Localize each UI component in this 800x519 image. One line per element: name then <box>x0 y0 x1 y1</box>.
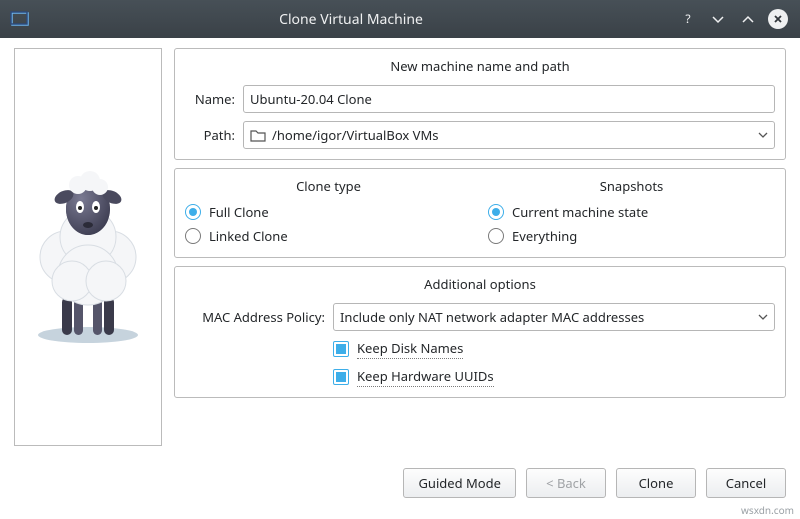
back-label: < Back <box>546 474 586 492</box>
radio-current-state-label: Current machine state <box>512 203 648 221</box>
help-button[interactable]: ? <box>676 7 700 31</box>
cancel-label: Cancel <box>726 474 766 492</box>
group-name-and-path: New machine name and path Name: Path: /h… <box>174 48 786 160</box>
folder-icon <box>250 128 266 142</box>
radio-icon <box>488 228 504 244</box>
radio-linked-clone[interactable]: Linked Clone <box>185 227 472 245</box>
titlebar: Clone Virtual Machine ? <box>0 0 800 38</box>
keep-hardware-uuids-label: Keep Hardware UUIDs <box>357 367 494 387</box>
mac-policy-combo[interactable]: Include only NAT network adapter MAC add… <box>333 303 775 331</box>
checkbox-icon <box>333 369 349 385</box>
keep-disk-names-label: Keep Disk Names <box>357 339 463 359</box>
group-title-name-path: New machine name and path <box>185 57 775 75</box>
checkbox-icon <box>333 341 349 357</box>
path-value: /home/igor/VirtualBox VMs <box>272 126 439 144</box>
additional-options-title: Additional options <box>185 275 775 293</box>
snapshots-title: Snapshots <box>488 177 775 195</box>
radio-icon <box>488 204 504 220</box>
form-area: New machine name and path Name: Path: /h… <box>174 48 786 466</box>
back-button[interactable]: < Back <box>526 468 606 498</box>
button-bar: Guided Mode < Back Clone Cancel <box>0 468 800 504</box>
clone-label: Clone <box>639 474 674 492</box>
radio-full-clone-label: Full Clone <box>209 203 269 221</box>
close-button[interactable] <box>766 7 790 31</box>
cancel-button[interactable]: Cancel <box>706 468 786 498</box>
close-icon <box>768 9 788 29</box>
name-label: Name: <box>185 90 235 108</box>
maximize-button[interactable] <box>736 7 760 31</box>
wizard-sidebar-image <box>14 48 162 446</box>
group-clone-type-snapshots: Clone type Full Clone Linked Clone Snaps… <box>174 168 786 258</box>
chevron-down-icon <box>758 130 768 140</box>
radio-full-clone[interactable]: Full Clone <box>185 203 472 221</box>
svg-text:?: ? <box>685 12 690 26</box>
guided-mode-button[interactable]: Guided Mode <box>403 468 516 498</box>
radio-linked-clone-label: Linked Clone <box>209 227 288 245</box>
checkbox-keep-disk-names[interactable]: Keep Disk Names <box>333 339 463 359</box>
radio-everything-label: Everything <box>512 227 577 245</box>
sheep-illustration-icon <box>18 147 158 347</box>
chevron-down-icon <box>758 312 768 322</box>
watermark: wsxdn.com <box>741 503 794 517</box>
checkbox-keep-hardware-uuids[interactable]: Keep Hardware UUIDs <box>333 367 494 387</box>
radio-everything[interactable]: Everything <box>488 227 775 245</box>
path-label: Path: <box>185 126 235 144</box>
radio-current-state[interactable]: Current machine state <box>488 203 775 221</box>
path-combo[interactable]: /home/igor/VirtualBox VMs <box>243 121 775 149</box>
clone-type-title: Clone type <box>185 177 472 195</box>
minimize-button[interactable] <box>706 7 730 31</box>
group-additional-options: Additional options MAC Address Policy: I… <box>174 266 786 398</box>
dialog-body: New machine name and path Name: Path: /h… <box>0 38 800 468</box>
clone-button[interactable]: Clone <box>616 468 696 498</box>
name-input[interactable] <box>243 85 775 113</box>
virtualbox-app-icon <box>8 7 32 31</box>
guided-mode-label: Guided Mode <box>418 474 501 492</box>
mac-policy-value: Include only NAT network adapter MAC add… <box>340 308 644 326</box>
radio-icon <box>185 204 201 220</box>
mac-policy-label: MAC Address Policy: <box>185 308 325 326</box>
radio-icon <box>185 228 201 244</box>
window-title: Clone Virtual Machine <box>32 10 670 29</box>
